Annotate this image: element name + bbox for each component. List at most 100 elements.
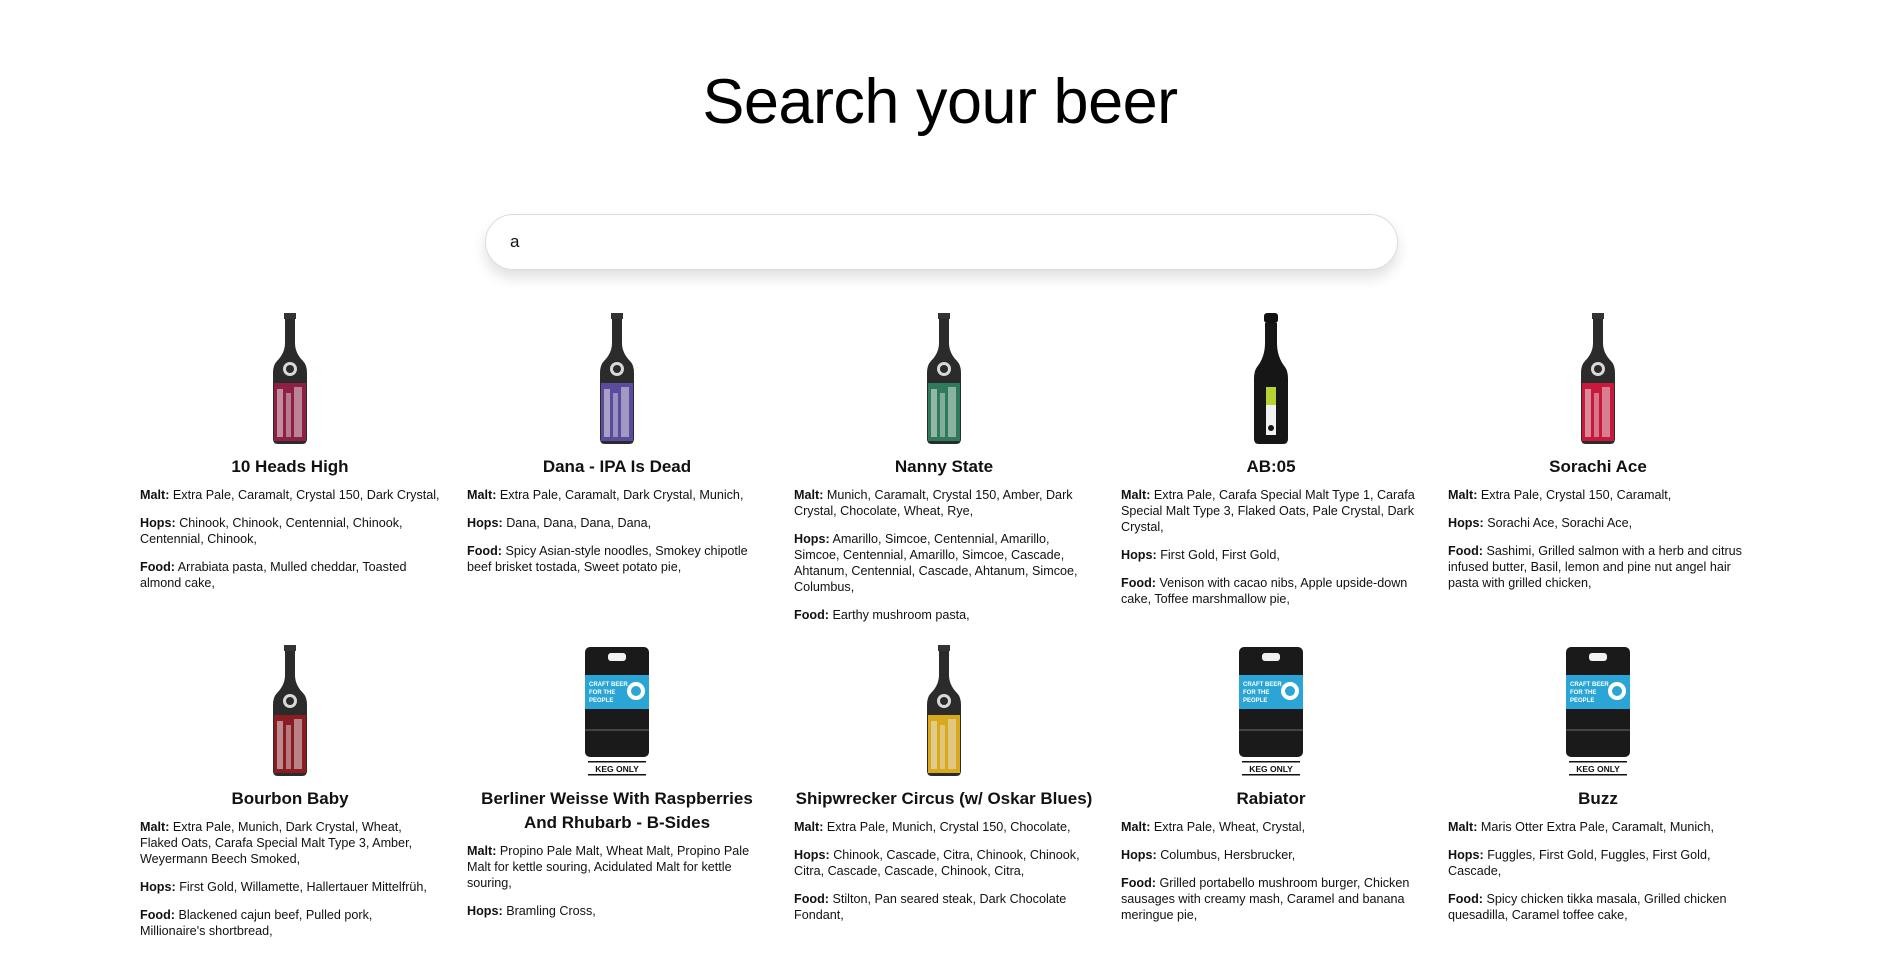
svg-text:CRAFT BEER: CRAFT BEER bbox=[1243, 682, 1282, 688]
hops-row: Hops: Chinook, Chinook, Centennial, Chin… bbox=[140, 515, 440, 547]
malt-value: Extra Pale, Munich, Crystal 150, Chocola… bbox=[826, 820, 1071, 834]
malt-label: Malt: bbox=[140, 820, 170, 834]
hops-value: Fuggles, First Gold, Fuggles, First Gold… bbox=[1448, 848, 1711, 878]
beer-grid: 10 Heads High Malt: Extra Pale, Caramalt… bbox=[140, 313, 1750, 951]
beer-image bbox=[140, 645, 440, 777]
food-row: Food: Venison with cacao nibs, Apple ups… bbox=[1121, 575, 1421, 607]
search-input[interactable] bbox=[486, 215, 1397, 269]
svg-text:PEOPLE: PEOPLE bbox=[589, 698, 613, 704]
svg-text:FOR THE: FOR THE bbox=[1570, 690, 1596, 696]
malt-row: Malt: Extra Pale, Crystal 150, Caramalt, bbox=[1448, 487, 1748, 503]
beer-name: Rabiator bbox=[1236, 789, 1306, 808]
malt-value: Extra Pale, Caramalt, Dark Crystal, Muni… bbox=[499, 488, 744, 502]
food-row: Food: Blackened cajun beef, Pulled pork,… bbox=[140, 907, 440, 939]
beer-card[interactable]: Bourbon Baby Malt: Extra Pale, Munich, D… bbox=[140, 645, 440, 951]
malt-row: Malt: Extra Pale, Munich, Dark Crystal, … bbox=[140, 819, 440, 867]
hops-label: Hops: bbox=[140, 516, 176, 530]
hops-row: Hops: Sorachi Ace, Sorachi Ace, bbox=[1448, 515, 1748, 531]
beer-card[interactable]: Dana - IPA Is Dead Malt: Extra Pale, Car… bbox=[467, 313, 767, 635]
malt-row: Malt: Extra Pale, Carafa Special Malt Ty… bbox=[1121, 487, 1421, 535]
hops-value: Chinook, Cascade, Citra, Chinook, Chinoo… bbox=[794, 848, 1080, 878]
keg-only-text: KEG ONLY bbox=[595, 764, 639, 774]
beer-card[interactable]: 10 Heads High Malt: Extra Pale, Caramalt… bbox=[140, 313, 440, 635]
malt-value: Extra Pale, Carafa Special Malt Type 1, … bbox=[1121, 488, 1415, 534]
hops-label: Hops: bbox=[1448, 516, 1484, 530]
beer-bottle-icon bbox=[1581, 313, 1615, 444]
hops-label: Hops: bbox=[794, 848, 830, 862]
beer-card[interactable]: Shipwrecker Circus (w/ Oskar Blues) Malt… bbox=[794, 645, 1094, 951]
keg-only-text: KEG ONLY bbox=[1249, 764, 1293, 774]
food-value: Venison with cacao nibs, Apple upside-do… bbox=[1121, 576, 1408, 606]
malt-value: Propino Pale Malt, Wheat Malt, Propino P… bbox=[467, 844, 750, 890]
food-value: Grilled portabello mushroom burger, Chic… bbox=[1121, 876, 1410, 922]
beer-image bbox=[794, 313, 1094, 445]
malt-row: Malt: Extra Pale, Wheat, Crystal, bbox=[1121, 819, 1421, 835]
food-label: Food: bbox=[467, 544, 502, 558]
svg-text:PEOPLE: PEOPLE bbox=[1570, 698, 1594, 704]
malt-row: Malt: Propino Pale Malt, Wheat Malt, Pro… bbox=[467, 843, 767, 891]
beer-card[interactable]: Sorachi Ace Malt: Extra Pale, Crystal 15… bbox=[1448, 313, 1748, 635]
keg-icon: CRAFT BEER FOR THE PEOPLE KEG ONLY bbox=[1566, 647, 1630, 776]
beer-card[interactable]: CRAFT BEER FOR THE PEOPLE KEG ONLY Berliner… bbox=[467, 645, 767, 951]
beer-bottle-icon bbox=[600, 313, 634, 444]
malt-row: Malt: Extra Pale, Munich, Crystal 150, C… bbox=[794, 819, 1094, 835]
svg-text:CRAFT BEER: CRAFT BEER bbox=[1570, 682, 1609, 688]
hops-value: Bramling Cross, bbox=[506, 904, 596, 918]
food-row: Food: Earthy mushroom pasta, bbox=[794, 607, 1094, 623]
hops-value: Chinook, Chinook, Centennial, Chinook, C… bbox=[140, 516, 403, 546]
keg-icon: CRAFT BEER FOR THE PEOPLE KEG ONLY bbox=[1239, 647, 1303, 776]
page-title: Search your beer bbox=[702, 67, 1178, 137]
page: Search your beer 10 Heads High Malt: Ext… bbox=[0, 0, 1895, 955]
beer-card[interactable]: CRAFT BEER FOR THE PEOPLE KEG ONLY Rabiator… bbox=[1121, 645, 1421, 951]
food-row: Food: Spicy chicken tikka masala, Grille… bbox=[1448, 891, 1748, 923]
search-box[interactable] bbox=[485, 214, 1398, 270]
food-row: Food: Sashimi, Grilled salmon with a her… bbox=[1448, 543, 1748, 591]
beer-bottle-icon bbox=[927, 645, 961, 776]
hops-label: Hops: bbox=[794, 532, 830, 546]
champagne-bottle-icon bbox=[1254, 313, 1288, 444]
beer-name: Berliner Weisse With Raspberries And Rhu… bbox=[481, 789, 753, 832]
keg-icon: CRAFT BEER FOR THE PEOPLE KEG ONLY bbox=[585, 647, 649, 776]
hops-value: First Gold, Willamette, Hallertauer Mitt… bbox=[179, 880, 427, 894]
hops-label: Hops: bbox=[1121, 848, 1157, 862]
hops-row: Hops: Chinook, Cascade, Citra, Chinook, … bbox=[794, 847, 1094, 879]
beer-image bbox=[467, 313, 767, 445]
beer-name: Nanny State bbox=[894, 457, 994, 476]
food-label: Food: bbox=[1448, 544, 1483, 558]
food-row: Food: Arrabiata pasta, Mulled cheddar, T… bbox=[140, 559, 440, 591]
svg-text:CRAFT BEER: CRAFT BEER bbox=[589, 682, 628, 688]
malt-label: Malt: bbox=[1448, 820, 1478, 834]
food-label: Food: bbox=[794, 608, 829, 622]
beer-bottle-icon bbox=[273, 645, 307, 776]
food-value: Spicy Asian-style noodles, Smokey chipot… bbox=[467, 544, 748, 574]
food-value: Blackened cajun beef, Pulled pork, Milli… bbox=[140, 908, 373, 938]
beer-image: CRAFT BEER FOR THE PEOPLE KEG ONLY bbox=[1121, 645, 1421, 777]
hops-value: Dana, Dana, Dana, Dana, bbox=[506, 516, 652, 530]
hops-row: Hops: Amarillo, Simcoe, Centennial, Amar… bbox=[794, 531, 1094, 595]
malt-value: Extra Pale, Caramalt, Crystal 150, Dark … bbox=[172, 488, 440, 502]
hops-label: Hops: bbox=[467, 516, 503, 530]
food-value: Arrabiata pasta, Mulled cheddar, Toasted… bbox=[140, 560, 407, 590]
food-label: Food: bbox=[1121, 876, 1156, 890]
beer-name: Bourbon Baby bbox=[231, 789, 349, 808]
hops-value: Sorachi Ace, Sorachi Ace, bbox=[1487, 516, 1633, 530]
hops-label: Hops: bbox=[140, 880, 176, 894]
malt-row: Malt: Extra Pale, Caramalt, Dark Crystal… bbox=[467, 487, 767, 503]
food-row: Food: Spicy Asian-style noodles, Smokey … bbox=[467, 543, 767, 575]
beer-card[interactable]: Nanny State Malt: Munich, Caramalt, Crys… bbox=[794, 313, 1094, 635]
hops-row: Hops: First Gold, Willamette, Hallertaue… bbox=[140, 879, 440, 895]
svg-text:FOR THE: FOR THE bbox=[1243, 690, 1269, 696]
beer-bottle-icon bbox=[927, 313, 961, 444]
beer-card[interactable]: CRAFT BEER FOR THE PEOPLE KEG ONLY Buzz Mal… bbox=[1448, 645, 1748, 951]
hops-row: Hops: First Gold, First Gold, bbox=[1121, 547, 1421, 563]
food-value: Spicy chicken tikka masala, Grilled chic… bbox=[1448, 892, 1727, 922]
hops-row: Hops: Fuggles, First Gold, Fuggles, Firs… bbox=[1448, 847, 1748, 879]
food-label: Food: bbox=[1448, 892, 1483, 906]
food-value: Earthy mushroom pasta, bbox=[832, 608, 970, 622]
malt-label: Malt: bbox=[1121, 820, 1151, 834]
beer-name: Buzz bbox=[1578, 789, 1618, 808]
hops-label: Hops: bbox=[467, 904, 503, 918]
beer-card[interactable]: AB:05 Malt: Extra Pale, Carafa Special M… bbox=[1121, 313, 1421, 635]
beer-image: CRAFT BEER FOR THE PEOPLE KEG ONLY bbox=[1448, 645, 1748, 777]
hops-label: Hops: bbox=[1121, 548, 1157, 562]
